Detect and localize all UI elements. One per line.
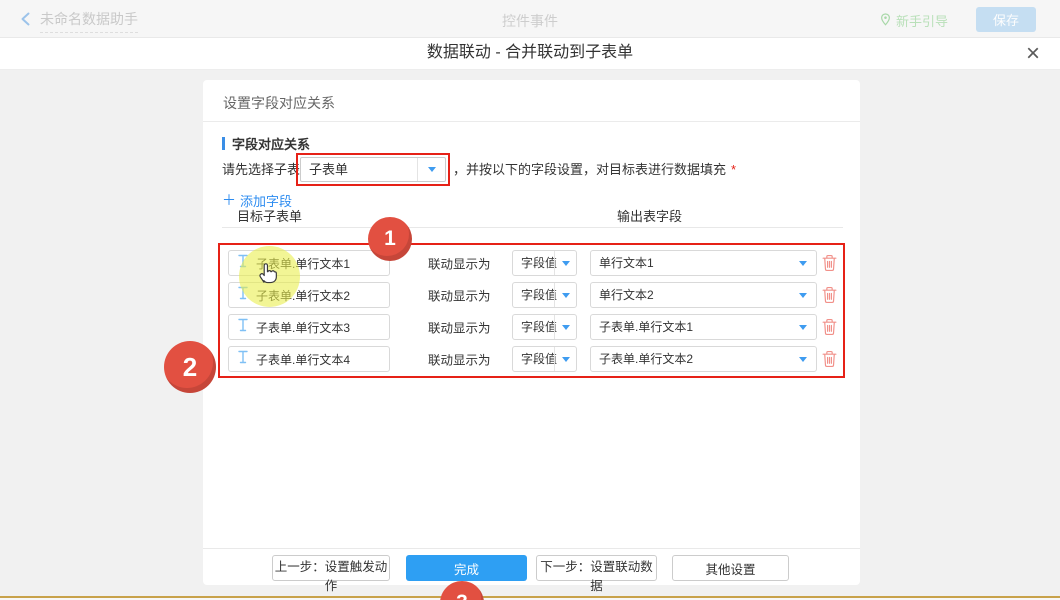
chevron-down-icon [428, 167, 436, 172]
after-select-text-body: ，并按以下的字段设置，对目标表进行数据填充 [453, 162, 726, 177]
next-step-button[interactable]: 下一步：设置联动数据 [536, 555, 657, 581]
other-settings-button[interactable]: 其他设置 [672, 555, 789, 581]
after-select-text: ，并按以下的字段设置，对目标表进行数据填充 * [453, 157, 736, 183]
field-mapping-row: 子表单.单行文本1 联动显示为 字段值 单行文本1 [220, 247, 843, 279]
settings-panel: 设置字段对应关系 字段对应关系 请先选择子表单 子表单 ，并按以下的字段设置，对… [203, 80, 860, 585]
guide-link[interactable]: 新手引导 [880, 11, 948, 30]
output-field-select[interactable]: 单行文本1 [590, 250, 817, 276]
chevron-down-icon [562, 293, 570, 298]
required-asterisk: * [731, 162, 736, 177]
target-field-box: 子表单.单行文本3 [228, 314, 390, 340]
pin-icon [880, 13, 891, 29]
chevron-down-icon [799, 293, 807, 298]
mode-select-value: 字段值 [521, 315, 557, 339]
dialog-header: 数据联动 - 合并联动到子表单 × [0, 38, 1060, 70]
column-header-output: 输出表字段 [617, 206, 682, 225]
panel-title: 设置字段对应关系 [223, 93, 335, 113]
mode-select-arrow-zone[interactable] [554, 283, 576, 307]
relation-label: 联动显示为 [428, 318, 491, 337]
topbar: 未命名数据助手 控件事件 新手引导 保存 [0, 0, 1060, 38]
field-mapping-row: 子表单.单行文本2 联动显示为 字段值 单行文本2 [220, 279, 843, 311]
relation-label: 联动显示为 [428, 350, 491, 369]
section-title-text: 字段对应关系 [232, 134, 310, 153]
output-field-select[interactable]: 子表单.单行文本1 [590, 314, 817, 340]
output-select-value: 单行文本1 [599, 251, 654, 275]
relation-label: 联动显示为 [428, 286, 491, 305]
delete-row-icon[interactable] [822, 287, 837, 304]
mode-select-arrow-zone[interactable] [554, 347, 576, 371]
target-field-label: 子表单.单行文本3 [256, 319, 350, 336]
output-select-value: 子表单.单行文本1 [599, 315, 693, 339]
section-accent-bar [222, 137, 225, 150]
text-field-icon [237, 350, 249, 369]
mode-select-arrow-zone[interactable] [554, 251, 576, 275]
divider [203, 548, 860, 549]
mode-select[interactable]: 字段值 [512, 314, 577, 340]
output-select-value: 子表单.单行文本2 [599, 347, 693, 371]
mode-select-value: 字段值 [521, 251, 557, 275]
chevron-down-icon [562, 325, 570, 330]
prev-step-button[interactable]: 上一步：设置触发动作 [272, 555, 390, 581]
text-field-icon [237, 318, 249, 337]
mode-select[interactable]: 字段值 [512, 282, 577, 308]
subform-select-value: 子表单 [309, 158, 348, 181]
divider [203, 121, 860, 122]
plus-icon: ＋ [222, 190, 236, 210]
dialog-title: 数据联动 - 合并联动到子表单 [0, 38, 1060, 70]
save-button[interactable]: 保存 [976, 7, 1036, 32]
column-header-target: 目标子表单 [237, 206, 302, 225]
step-badge-2: 2 [164, 341, 216, 393]
output-field-select[interactable]: 单行文本2 [590, 282, 817, 308]
chevron-down-icon [799, 357, 807, 362]
field-mapping-row: 子表单.单行文本4 联动显示为 字段值 子表单.单行文本2 [220, 343, 843, 375]
dialog-body: 设置字段对应关系 字段对应关系 请先选择子表单 子表单 ，并按以下的字段设置，对… [0, 70, 1060, 600]
chevron-down-icon [562, 357, 570, 362]
mode-select-value: 字段值 [521, 347, 557, 371]
delete-row-icon[interactable] [822, 319, 837, 336]
divider [222, 227, 843, 228]
guide-label: 新手引导 [896, 11, 948, 30]
mode-select[interactable]: 字段值 [512, 346, 577, 372]
subform-select-arrow-zone[interactable] [417, 158, 445, 181]
target-field-label: 子表单.单行文本4 [256, 351, 350, 368]
mode-select-arrow-zone[interactable] [554, 315, 576, 339]
delete-row-icon[interactable] [822, 255, 837, 272]
chevron-down-icon [799, 261, 807, 266]
chevron-down-icon [562, 261, 570, 266]
chevron-down-icon [799, 325, 807, 330]
output-field-select[interactable]: 子表单.单行文本2 [590, 346, 817, 372]
subform-select[interactable]: 子表单 [300, 157, 446, 182]
delete-row-icon[interactable] [822, 351, 837, 368]
hand-cursor-icon [255, 260, 281, 291]
mode-select[interactable]: 字段值 [512, 250, 577, 276]
done-button[interactable]: 完成 [406, 555, 527, 581]
field-mapping-row: 子表单.单行文本3 联动显示为 字段值 子表单.单行文本1 [220, 311, 843, 343]
mode-select-value: 字段值 [521, 283, 557, 307]
relation-label: 联动显示为 [428, 254, 491, 273]
close-icon[interactable]: × [1026, 39, 1040, 69]
output-select-value: 单行文本2 [599, 283, 654, 307]
field-mapping-rows-annotated: 子表单.单行文本1 联动显示为 字段值 单行文本1 子表单.单行文本2 [218, 243, 845, 378]
target-field-box: 子表单.单行文本4 [228, 346, 390, 372]
step-badge-1: 1 [368, 217, 412, 261]
section-title: 字段对应关系 [222, 134, 310, 153]
